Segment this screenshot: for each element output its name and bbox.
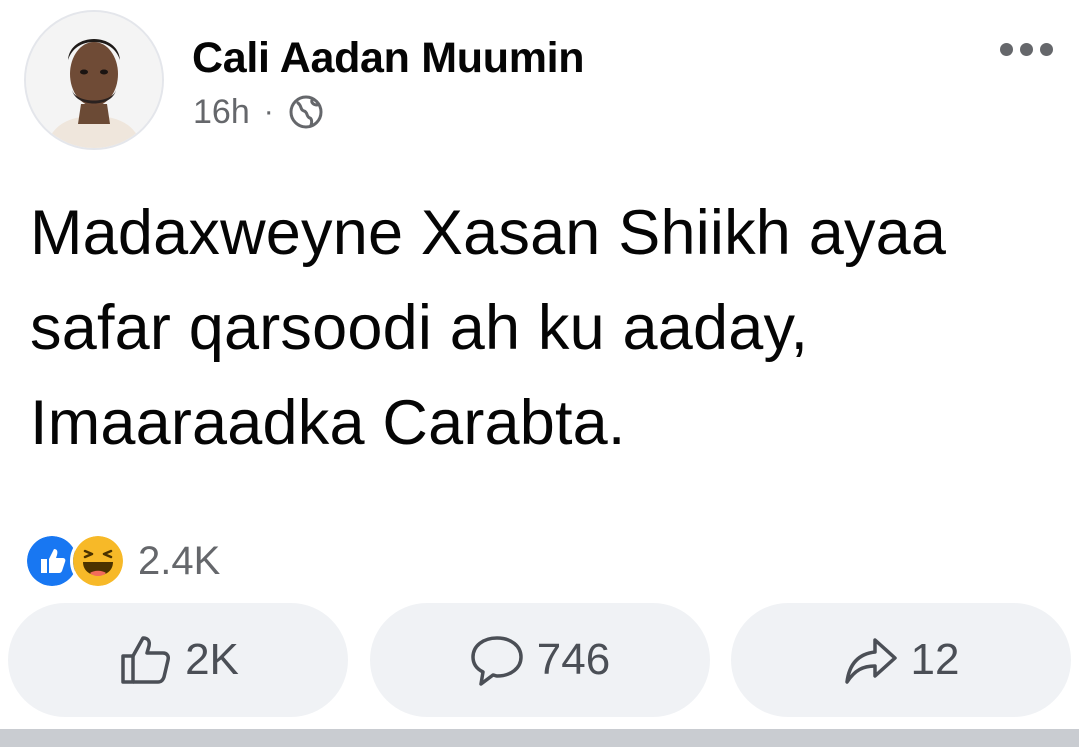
comment-button[interactable]: 746 [369,603,710,717]
comment-count: 746 [536,635,611,684]
reactions-summary[interactable]: 2.4K [24,532,220,590]
comment-icon [471,636,523,686]
post-divider [0,729,1079,747]
author-avatar[interactable] [24,10,164,150]
reaction-count: 2.4K [138,538,221,583]
author-name[interactable]: Cali Aadan Muumin [192,34,585,83]
dot [1000,43,1013,56]
like-button[interactable]: 2K [8,603,348,717]
thumbs-up-icon [121,636,171,684]
post-meta: 16h · [193,92,324,132]
haha-reaction-icon [70,533,126,589]
share-icon [844,638,897,684]
like-count: 2K [185,635,239,684]
post-timestamp[interactable]: 16h [193,93,250,132]
share-button[interactable]: 12 [731,603,1071,717]
dot [1020,43,1033,56]
globe-icon[interactable] [288,94,324,130]
dot [1040,43,1053,56]
more-options-icon[interactable] [1000,43,1053,56]
share-count: 12 [910,635,960,684]
avatar-image [26,12,162,148]
meta-separator: · [263,95,274,128]
action-bar: 2K 746 12 [8,603,1071,717]
post-text: Madaxweyne Xasan Shiikh ayaa safar qarso… [30,198,947,458]
